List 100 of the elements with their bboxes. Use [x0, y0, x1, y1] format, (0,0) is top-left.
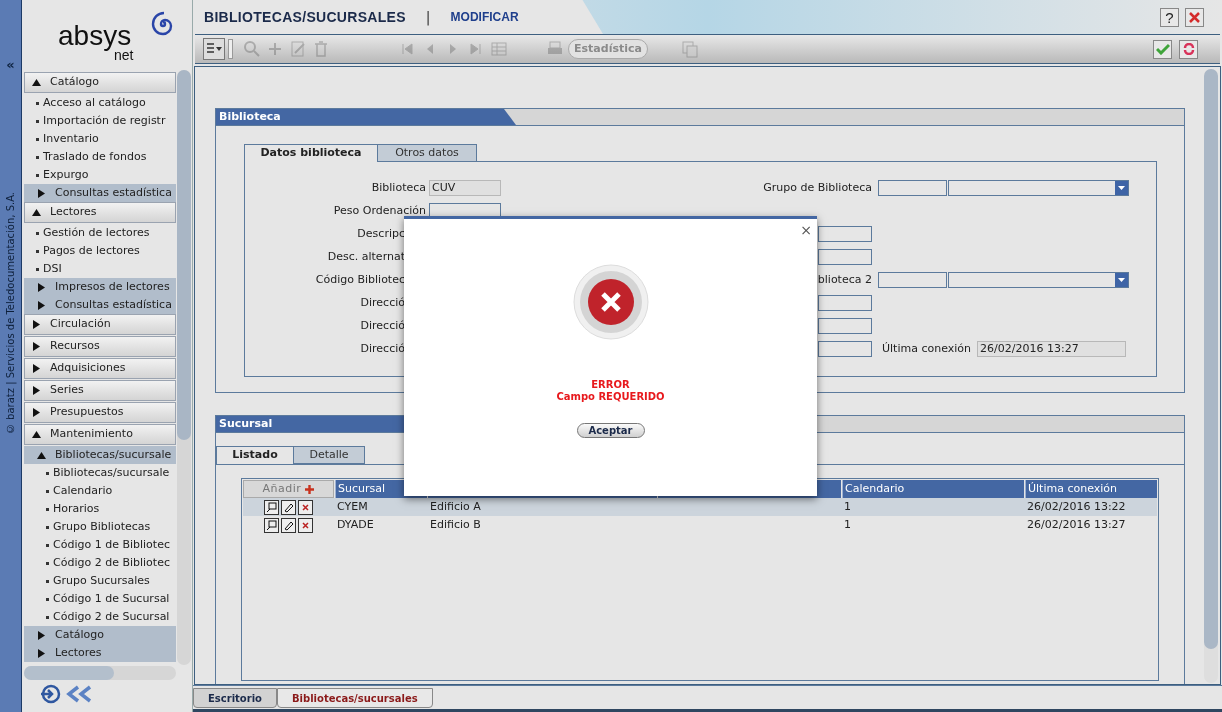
dropdown-field[interactable]: [948, 272, 1129, 288]
table-cell: 26/02/2016 13:22: [1027, 499, 1126, 513]
menu-item[interactable]: Bibliotecas/sucursale: [24, 464, 176, 482]
text-field[interactable]: [818, 226, 872, 242]
menu-section-header[interactable]: Circulación: [24, 314, 176, 335]
page-title: BIBLIOTECAS/SUCURSALES: [204, 7, 406, 27]
menu-section-header[interactable]: Adquisiciones: [24, 358, 176, 379]
footer-tab[interactable]: Bibliotecas/sucursales: [276, 688, 433, 708]
field-label: Grupo de Biblioteca: [762, 179, 872, 196]
menu-item[interactable]: Importación de registr: [24, 112, 176, 130]
pencil-icon[interactable]: [281, 499, 296, 515]
logout-icon[interactable]: [40, 684, 62, 704]
table-row[interactable]: DYADE Edificio B 1 26/02/2016 13:27: [243, 516, 1157, 534]
footer-tab[interactable]: Escritorio: [193, 688, 277, 708]
column-header: Última conexión: [1025, 480, 1157, 498]
menu-item[interactable]: Pagos de lectores: [24, 242, 176, 260]
menu-item[interactable]: Grupo Sucursales: [24, 572, 176, 590]
table-cell: 26/02/2016 13:27: [1027, 517, 1126, 531]
menu-item[interactable]: Código 1 de Sucursal: [24, 590, 176, 608]
view-icon[interactable]: [264, 499, 279, 515]
code-field[interactable]: [878, 272, 947, 288]
error-message: Campo REQUERIDO: [556, 391, 665, 403]
menu-section-header[interactable]: Presupuestos: [24, 402, 176, 423]
plus-icon: [305, 484, 315, 494]
menu-group[interactable]: Lectores: [24, 644, 176, 662]
field-label: Direcció: [359, 294, 405, 311]
menu-item[interactable]: Grupo Bibliotecas: [24, 518, 176, 536]
logo-suffix: net: [114, 48, 134, 62]
menu-item[interactable]: Código 2 de Sucursal: [24, 608, 176, 626]
menu-section-header[interactable]: Catálogo: [24, 72, 176, 93]
menu-section-header[interactable]: Recursos: [24, 336, 176, 357]
menu-item[interactable]: Código 2 de Bibliotec: [24, 554, 176, 572]
refresh-button[interactable]: [1179, 39, 1198, 59]
tab[interactable]: Detalle: [294, 446, 365, 464]
list-menu-icon[interactable]: [203, 38, 225, 60]
menu-group[interactable]: Impresos de lectores: [24, 278, 176, 296]
menu-item[interactable]: Inventario: [24, 130, 176, 148]
close-button[interactable]: [1185, 7, 1204, 27]
dialog-close-button[interactable]: ×: [800, 223, 812, 237]
scrollbar-thumb[interactable]: [177, 70, 191, 440]
confirm-button[interactable]: [1153, 39, 1172, 59]
checkmark-icon: [1155, 43, 1170, 55]
text-field[interactable]: 26/02/2016 13:27: [977, 341, 1127, 357]
tab[interactable]: Datos biblioteca: [244, 144, 378, 162]
delete-icon[interactable]: [298, 499, 313, 515]
field-label: Descripc: [356, 225, 405, 242]
error-icon: [571, 263, 650, 341]
code-field[interactable]: [878, 180, 947, 196]
field-label: Desc. alternat: [326, 248, 405, 265]
triangle-up-icon: [32, 208, 41, 217]
triangle-right-icon: [32, 408, 41, 417]
menu-item[interactable]: Acceso al catálogo: [24, 94, 176, 112]
logo-text: absys: [58, 22, 132, 50]
title-separator: |: [425, 7, 431, 28]
triangle-right-icon: [32, 320, 41, 329]
text-field[interactable]: [818, 341, 872, 357]
triangle-right-icon: [37, 188, 46, 198]
menu-item[interactable]: Expurgo: [24, 166, 176, 184]
double-chevron-left-icon[interactable]: [66, 684, 92, 704]
table-row[interactable]: CYEM Edificio A 1 26/02/2016 13:22: [243, 498, 1157, 516]
menu-item[interactable]: Código 1 de Bibliotec: [24, 536, 176, 554]
menu-group[interactable]: Bibliotecas/sucursale: [24, 446, 176, 464]
section-header: Biblioteca: [216, 109, 516, 125]
menu-section-header[interactable]: Series: [24, 380, 176, 401]
field-label: Direcció: [359, 340, 405, 357]
text-field[interactable]: [818, 318, 872, 334]
menu-item[interactable]: Traslado de fondos: [24, 148, 176, 166]
menu-section-header[interactable]: Lectores: [24, 202, 176, 223]
menu-group[interactable]: Catálogo: [24, 626, 176, 644]
tab[interactable]: Otros datos: [378, 144, 477, 162]
table-cell: CYEM: [337, 499, 368, 513]
field-label: Última conexión: [882, 340, 972, 357]
field-label: Código Bibliotec: [314, 271, 405, 288]
help-button[interactable]: ?: [1160, 7, 1179, 27]
menu-item[interactable]: Gestión de lectores: [24, 224, 176, 242]
accept-button[interactable]: Aceptar: [576, 423, 645, 438]
triangle-right-icon: [32, 386, 41, 395]
text-field[interactable]: [818, 295, 872, 311]
menu-item[interactable]: Horarios: [24, 500, 176, 518]
menu-item[interactable]: Calendario: [24, 482, 176, 500]
menu-item[interactable]: DSI: [24, 260, 176, 278]
dropdown-field[interactable]: [948, 180, 1129, 196]
table-cell: 1: [844, 499, 851, 513]
field-label: Biblioteca: [370, 179, 426, 196]
view-icon[interactable]: [264, 517, 279, 533]
copyright-text: © baratz | Servicios de Teledocumentación, S.A.: [4, 191, 18, 434]
collapse-button[interactable]: «: [6, 58, 15, 71]
tab[interactable]: Listado: [216, 446, 294, 464]
table-cell: Edificio A: [430, 499, 481, 513]
text-field[interactable]: CUV: [429, 180, 501, 196]
pencil-icon[interactable]: [281, 517, 296, 533]
menu-section-header[interactable]: Mantenimiento: [24, 424, 176, 445]
scrollbar-thumb[interactable]: [24, 666, 114, 680]
refresh-icon: [1182, 43, 1195, 55]
column-header: Calendario: [842, 480, 1024, 498]
menu-group[interactable]: Consultas estadística: [24, 184, 176, 202]
menu-group[interactable]: Consultas estadística: [24, 296, 176, 314]
text-field[interactable]: [818, 249, 872, 265]
delete-icon[interactable]: [298, 517, 313, 533]
close-icon: [1189, 11, 1200, 23]
